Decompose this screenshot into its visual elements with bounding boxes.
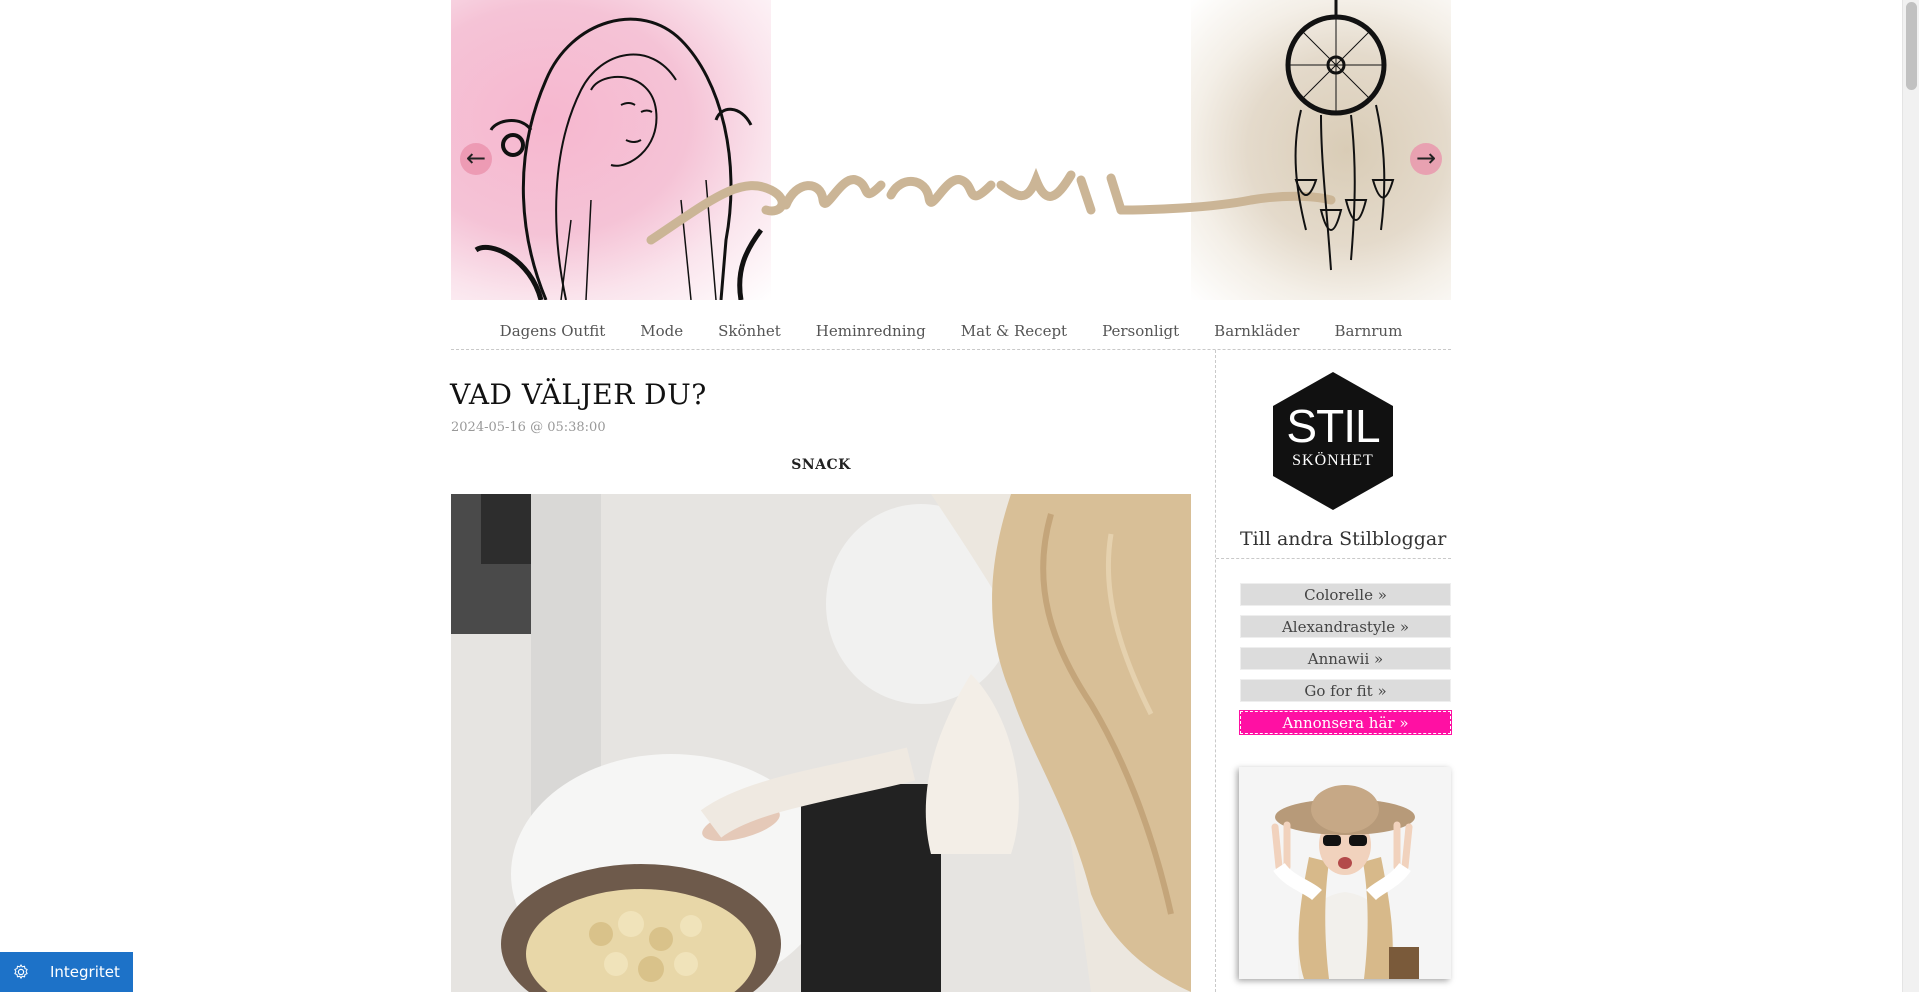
nav-item-barnklader[interactable]: Barnkläder (1197, 316, 1317, 349)
post-photo (451, 494, 1191, 992)
nav-item-dagens-outfit[interactable]: Dagens Outfit (482, 316, 623, 349)
nav-item-barnrum[interactable]: Barnrum (1317, 316, 1420, 349)
sidebar-profile-photo[interactable] (1239, 767, 1451, 979)
nav-item-mat-recept[interactable]: Mat & Recept (943, 316, 1084, 349)
banner-next-arrow-icon[interactable]: → (1410, 143, 1442, 175)
blog-link-alexandrastyle[interactable]: Alexandrastyle » (1240, 615, 1451, 638)
nav-item-mode[interactable]: Mode (623, 316, 701, 349)
post-photo-image (451, 494, 1191, 992)
blog-link-annawii[interactable]: Annawii » (1240, 647, 1451, 670)
logo-text-skonhet: SKÖNHET (1292, 452, 1374, 469)
post-caption: SNACK (791, 457, 851, 473)
profile-photo-image (1239, 767, 1451, 979)
banner-illustration (474, 0, 1395, 300)
scrollbar-thumb[interactable] (1906, 2, 1917, 90)
nav-item-personligt[interactable]: Personligt (1085, 316, 1197, 349)
post-title[interactable]: VAD VÄLJER DU? (450, 378, 707, 411)
blog-links-list: Colorelle » Alexandrastyle » Annawii » G… (1239, 583, 1452, 743)
dreamcatcher-icon (1285, 0, 1395, 271)
gear-icon (14, 964, 28, 979)
annawii-script-icon (646, 167, 1336, 245)
blog-link-go-for-fit[interactable]: Go for fit » (1240, 679, 1451, 702)
page-scrollbar[interactable] (1902, 0, 1919, 992)
woman-illustration-icon (474, 17, 764, 300)
post-date: 2024-05-16 @ 05:38:00 (451, 420, 606, 435)
privacy-settings-button[interactable]: Integritet (0, 952, 133, 992)
header-banner[interactable]: ← → (451, 0, 1451, 300)
blog-link-annonsera[interactable]: Annonsera här » (1239, 710, 1452, 735)
logo-text-stil: STIL (1286, 400, 1380, 452)
nav-item-skonhet[interactable]: Skönhet (701, 316, 799, 349)
banner-prev-arrow-icon[interactable]: ← (460, 143, 492, 175)
main-nav: Dagens Outfit Mode Skönhet Heminredning … (451, 316, 1451, 350)
blog-link-colorelle[interactable]: Colorelle » (1240, 583, 1451, 606)
nav-item-heminredning[interactable]: Heminredning (798, 316, 943, 349)
content-sidebar-divider (1215, 350, 1216, 992)
privacy-label: Integritet (50, 963, 120, 981)
sidebar-heading: Till andra Stilbloggar (1216, 528, 1451, 559)
